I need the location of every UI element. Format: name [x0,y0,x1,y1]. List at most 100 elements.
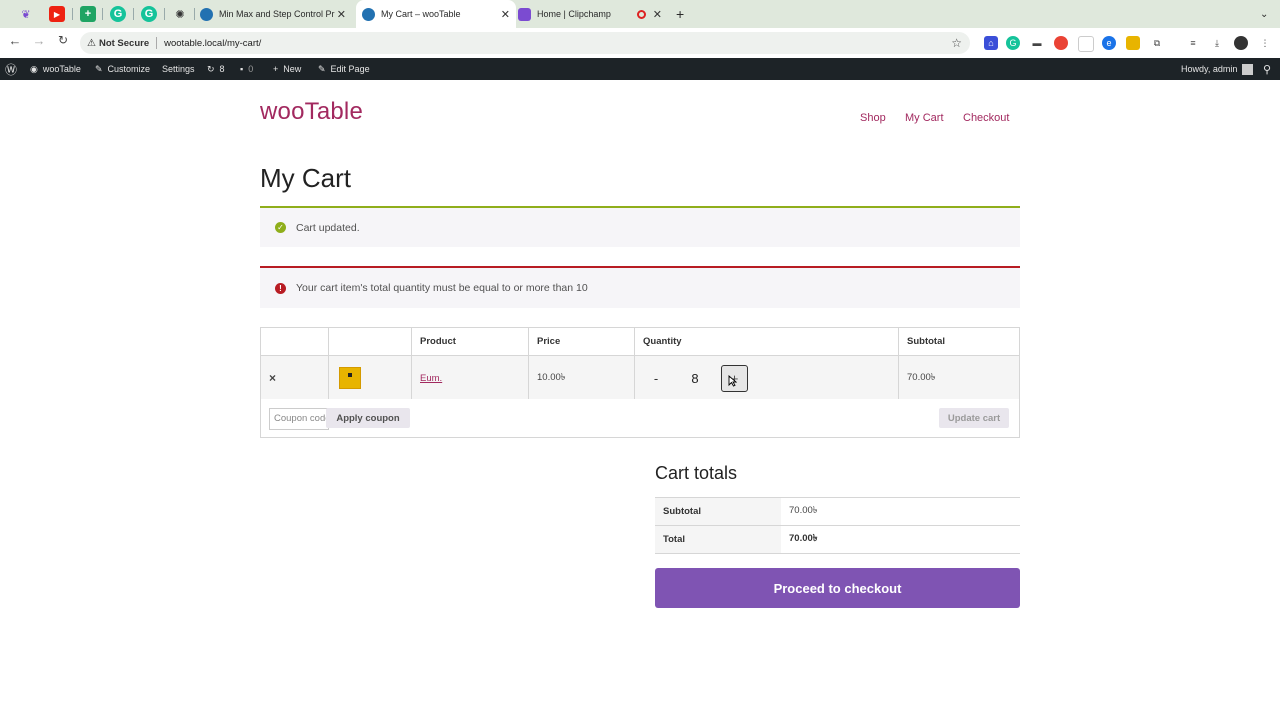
grammarly-tab-icon[interactable]: G [110,6,126,22]
forward-icon[interactable]: → [29,33,49,48]
admin-customize-label: Customize [107,64,151,74]
error-notice: ! Your cart item's total quantity must b… [260,266,1020,308]
tab-title: My Cart – wooTable [381,9,461,19]
totals-total-value: 70.00৳ [781,525,1020,554]
coupon-input[interactable]: Coupon code [269,408,329,430]
tab-separator [194,8,195,20]
openai-tab-icon[interactable]: ✺ [172,6,188,22]
admin-new-link[interactable]: + New [273,58,301,80]
extension-icon[interactable]: e [1102,36,1116,50]
menu-kebab-icon[interactable]: ⋮ [1258,36,1272,50]
cart-totals-table: Subtotal 70.00৳ Total 70.00৳ [655,497,1020,554]
tab-title: Min Max and Step Control Pr [219,9,335,19]
clipchamp-icon [518,7,531,21]
product-price: 10.00৳ [528,355,635,401]
chrome-extension-icon[interactable] [1054,36,1068,50]
reload-icon[interactable]: ↻ [53,33,73,47]
admin-edit-page-label: Edit Page [330,64,370,74]
product-thumbnail[interactable] [339,367,361,389]
brush-icon: ✎ [95,63,103,74]
tab-title: Home | Clipchamp [537,9,611,19]
plus-icon: + [273,64,279,74]
search-icon[interactable]: ⚲ [1263,58,1271,80]
admin-settings-link[interactable]: Settings [162,58,195,80]
proceed-to-checkout-button[interactable]: Proceed to checkout [655,568,1020,608]
new-tab-button[interactable]: + [676,0,690,28]
menu-checkout[interactable]: Checkout [963,112,1009,124]
download-icon[interactable]: ⤓ [1210,36,1224,50]
totals-subtotal-row: Subtotal 70.00৳ [655,497,1020,526]
bookmark-star-icon[interactable]: ☆ [951,36,962,50]
admin-edit-page-link[interactable]: ✎ Edit Page [318,58,370,80]
chevron-down-icon[interactable]: ⌄ [1260,0,1272,28]
close-icon[interactable]: ✕ [501,8,510,21]
extension-icon[interactable] [1078,36,1094,52]
comments-count: 0 [248,64,254,74]
admin-updates-link[interactable]: ↻ 8 [207,58,225,80]
close-icon[interactable]: ✕ [653,8,662,21]
not-secure-label: Not Secure [98,37,150,49]
url-text[interactable]: wootable.local/my-cart/ [164,38,261,49]
sheets-tab-icon[interactable]: + [80,6,96,22]
extension-icon[interactable]: ▬ [1030,36,1044,50]
wordpress-logo-icon[interactable]: Ⓦ [5,58,17,80]
page-title: My Cart [260,163,351,193]
browser-toolbar: ← → ↻ ⚠ Not Secure wootable.local/my-car… [0,28,1280,59]
mouse-cursor-icon [728,375,737,387]
tab-separator [72,8,73,20]
apply-coupon-button[interactable]: Apply coupon [326,408,410,428]
close-icon[interactable]: ✕ [337,8,346,21]
admin-site-label: wooTable [42,64,81,74]
totals-total-row: Total 70.00৳ [655,525,1020,554]
totals-subtotal-label: Subtotal [655,497,781,526]
quantity-cell: - 8 + [634,355,899,401]
updates-icon: ↻ [207,63,215,74]
wp-admin-bar: Ⓦ ◉ wooTable ✎ Customize Settings ↻ 8 ▪ … [0,58,1280,80]
extension-icon[interactable]: ⌂ [984,36,998,50]
pinned-tab-icon[interactable]: ❦ [18,6,34,22]
youtube-tab-icon[interactable]: ▶ [49,6,65,22]
col-quantity: Quantity [634,327,899,356]
tab-min-max[interactable]: Min Max and Step Control Pr ✕ [200,0,352,28]
product-link[interactable]: Eum. [420,373,442,384]
cart-totals-title: Cart totals [655,463,738,483]
admin-customize-link[interactable]: ✎ Customize [95,58,150,80]
address-bar[interactable]: ⚠ Not Secure wootable.local/my-cart/ ☆ [80,32,970,54]
admin-comments-link[interactable]: ▪ 0 [240,58,253,80]
browser-tab-strip: ❦ ▶ + G G ✺ Min Max and Step Control Pr … [0,0,1280,28]
grammarly-extension-icon[interactable]: G [1006,36,1020,50]
avatar [1242,63,1254,75]
menu-my-cart[interactable]: My Cart [905,112,944,124]
menu-shop[interactable]: Shop [860,112,886,124]
quantity-input[interactable]: 8 [669,371,721,386]
tab-my-cart[interactable]: My Cart – wooTable ✕ [356,0,516,28]
site-title[interactable]: wooTable [260,98,363,126]
tab-clipchamp[interactable]: Home | Clipchamp ✕ [518,0,668,28]
col-remove [260,327,329,356]
totals-total-label: Total [655,525,781,554]
dashboard-icon: ◉ [30,63,38,74]
profile-avatar[interactable] [1234,36,1248,50]
extension-icon[interactable] [1126,36,1140,50]
quantity-minus-button[interactable]: - [643,371,669,386]
wordpress-icon [362,7,375,21]
product-name-cell: Eum. [411,355,529,401]
reading-list-icon[interactable]: ≡ [1186,36,1200,50]
col-product: Product [411,327,529,356]
product-thumbnail-cell [328,355,412,401]
admin-account-link[interactable]: Howdy, admin [1181,58,1254,80]
remove-item-button[interactable]: × [260,355,329,401]
product-subtotal: 70.00৳ [898,355,1020,401]
success-notice: ✓ Cart updated. [260,206,1020,247]
back-icon[interactable]: ← [5,33,25,48]
quantity-stepper: - 8 + [643,364,890,392]
puzzle-icon[interactable]: ⧉ [1150,36,1164,50]
grammarly-tab-icon-2[interactable]: G [141,6,157,22]
admin-site-link[interactable]: ◉ wooTable [30,58,81,80]
pencil-icon: ✎ [318,63,326,74]
error-icon: ! [275,282,286,294]
comment-icon: ▪ [240,64,244,74]
error-notice-text: Your cart item's total quantity must be … [296,282,588,294]
update-cart-button[interactable]: Update cart [939,408,1009,428]
col-price: Price [528,327,635,356]
